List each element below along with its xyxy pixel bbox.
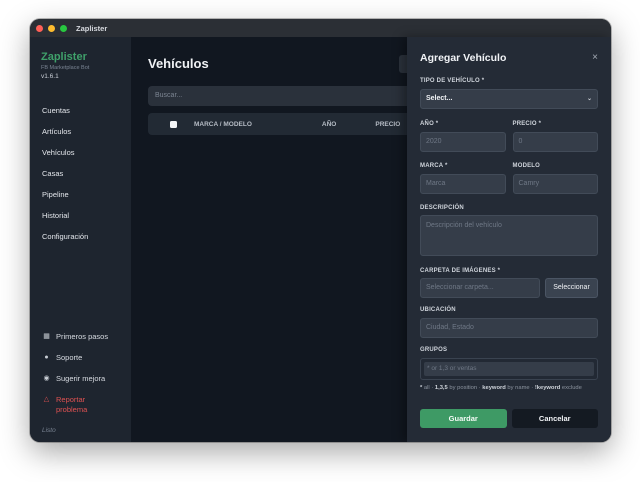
close-icon[interactable]: ×	[592, 52, 598, 63]
sidebar-item-vehiculos[interactable]: Vehículos	[30, 142, 131, 163]
title-bar: Zaplister	[30, 19, 611, 37]
ubicacion-field[interactable]: Ciudad, Estado	[420, 318, 598, 338]
panel-title: Agregar Vehículo	[420, 52, 507, 64]
save-button[interactable]: Guardar	[420, 408, 507, 428]
brand-version: v1.6.1	[41, 73, 59, 80]
panel-header: Agregar Vehículo ×	[420, 37, 598, 77]
sidebar-footer: ▦ Primeros pasos ● Soporte ◉ Sugerir mej…	[30, 332, 131, 434]
modelo-label: MODELO	[512, 163, 541, 169]
report-problem-label: Reportar problema	[56, 395, 88, 414]
sidebar-item-casas[interactable]: Casas	[30, 163, 131, 184]
getting-started-label: Primeros pasos	[56, 332, 109, 341]
table-header: MARCA / MODELO AÑO PRECIO	[148, 113, 428, 135]
cancel-button[interactable]: Cancelar	[511, 408, 598, 428]
warning-icon: △	[43, 396, 50, 403]
search-input[interactable]: Buscar...	[148, 86, 428, 106]
vehicle-type-value: Select...	[426, 95, 453, 102]
column-anio[interactable]: AÑO	[322, 121, 336, 128]
modelo-field[interactable]: Camry	[512, 174, 598, 194]
support-link[interactable]: ● Soporte	[30, 353, 131, 362]
sidebar: Zaplister FB Marketplace Bot v1.6.1 Cuen…	[30, 37, 131, 442]
select-all-checkbox[interactable]	[170, 120, 177, 128]
support-label: Soporte	[56, 353, 83, 362]
minimize-window-button[interactable]	[48, 24, 55, 32]
sidebar-item-historial[interactable]: Historial	[30, 205, 131, 226]
grupos-input[interactable]: * or 1,3 or ventas	[424, 362, 594, 376]
panel-actions: Guardar Cancelar	[420, 408, 598, 428]
app-window: Zaplister Zaplister FB Marketplace Bot v…	[30, 19, 611, 442]
brand-name: Zaplister	[41, 51, 87, 63]
anio-label: AÑO *	[420, 121, 439, 127]
grupos-label: GRUPOS	[420, 347, 448, 353]
column-precio[interactable]: PRECIO	[375, 121, 400, 128]
sidebar-item-cuentas[interactable]: Cuentas	[30, 100, 131, 121]
anio-field[interactable]: 2020	[420, 132, 506, 152]
maximize-window-button[interactable]	[60, 24, 67, 32]
column-marca-modelo[interactable]: MARCA / MODELO	[194, 121, 252, 128]
descripcion-textarea[interactable]: Descripción del vehículo	[420, 215, 598, 256]
precio-label: PRECIO *	[512, 121, 542, 127]
marca-field[interactable]: Marca	[420, 174, 506, 194]
report-problem-link[interactable]: △ Reportar problema	[30, 395, 131, 415]
page-title: Vehículos	[148, 56, 209, 71]
brand: Zaplister FB Marketplace Bot v1.6.1	[30, 51, 131, 80]
brand-subtitle: FB Marketplace Bot	[41, 65, 90, 71]
precio-field[interactable]: 0	[512, 132, 598, 152]
marca-label: MARCA *	[420, 163, 448, 169]
status-text: Listo	[42, 427, 56, 434]
tipo-label: TIPO DE VEHÍCULO *	[420, 78, 485, 84]
carpeta-label: CARPETA DE IMÁGENES *	[420, 268, 501, 274]
grupos-field[interactable]: * or 1,3 or ventas	[420, 358, 598, 380]
window-title: Zaplister	[76, 23, 108, 33]
chevron-down-icon: ⌄	[586, 96, 592, 102]
grupos-hint: * all · 1,3,5 by position · keyword by n…	[420, 385, 582, 391]
chat-bubble-icon: ●	[44, 354, 49, 361]
vehicle-type-select[interactable]: Select... ⌄	[420, 89, 598, 109]
sidebar-item-pipeline[interactable]: Pipeline	[30, 184, 131, 205]
getting-started-link[interactable]: ▦ Primeros pasos	[30, 332, 131, 341]
select-folder-button[interactable]: Seleccionar	[545, 278, 598, 298]
sidebar-item-articulos[interactable]: Artículos	[30, 121, 131, 142]
carpeta-field[interactable]: Seleccionar carpeta...	[420, 278, 540, 298]
add-vehicle-panel: Agregar Vehículo × TIPO DE VEHÍCULO * Se…	[407, 37, 611, 442]
lightbulb-icon: ◉	[43, 375, 50, 382]
sidebar-nav: Cuentas Artículos Vehículos Casas Pipeli…	[30, 100, 131, 247]
ubicacion-label: UBICACIÓN	[420, 307, 456, 313]
book-icon: ▦	[43, 333, 50, 340]
close-window-button[interactable]	[36, 24, 43, 32]
descripcion-label: DESCRIPCIÓN	[420, 205, 464, 211]
suggest-improvement-label: Sugerir mejora	[56, 374, 106, 383]
suggest-improvement-link[interactable]: ◉ Sugerir mejora	[30, 374, 131, 383]
sidebar-item-configuracion[interactable]: Configuración	[30, 226, 131, 247]
